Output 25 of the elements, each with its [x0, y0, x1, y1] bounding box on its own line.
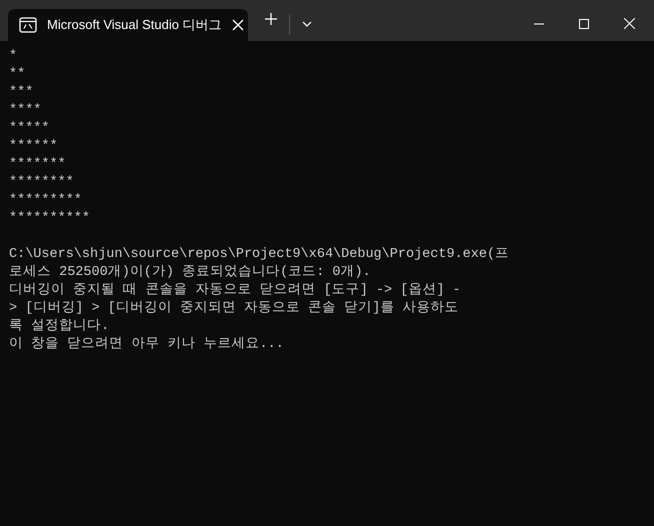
console-line: 디버깅이 중지될 때 콘솔을 자동으로 닫으려면 [도구] -> [옵션] -: [9, 282, 462, 300]
console-line: ******: [9, 138, 59, 156]
close-icon[interactable]: [624, 18, 635, 29]
console-line: 이 창을 닫으려면 아무 키나 누르세요...: [9, 336, 285, 354]
console-line: *: [9, 48, 18, 66]
console-line: *********: [9, 192, 83, 210]
console-line: ****: [9, 102, 42, 120]
console-line: **: [9, 66, 26, 84]
console-line: *******: [9, 156, 67, 174]
console-line: **********: [9, 210, 92, 228]
terminal-icon: [19, 17, 37, 33]
minimize-icon[interactable]: [534, 22, 544, 24]
dropdown-icon[interactable]: [302, 20, 312, 26]
new-tab-icon[interactable]: [265, 12, 277, 24]
console-line: > [디버깅] > [디버깅이 중지되면 자동으로 콘솔 닫기]를 사용하도: [9, 300, 460, 318]
maximize-icon[interactable]: [579, 18, 589, 28]
terminal-tab[interactable]: Microsoft Visual Studio 디버그: [8, 9, 248, 41]
console-line: C:\Users\shjun\source\repos\Project9\x64\Debug\Project9.exe(프: [9, 246, 510, 264]
console-line: ********: [9, 174, 75, 192]
close-tab-icon[interactable]: [232, 19, 244, 31]
console-line: *****: [9, 120, 51, 138]
console-line: 록 설정합니다.: [9, 318, 110, 336]
tab-title: Microsoft Visual Studio 디버그: [47, 16, 222, 34]
console-line: ***: [9, 84, 34, 102]
console-line: 로세스 252500개)이(가) 종료되었습니다(코드: 0개).: [9, 264, 372, 282]
